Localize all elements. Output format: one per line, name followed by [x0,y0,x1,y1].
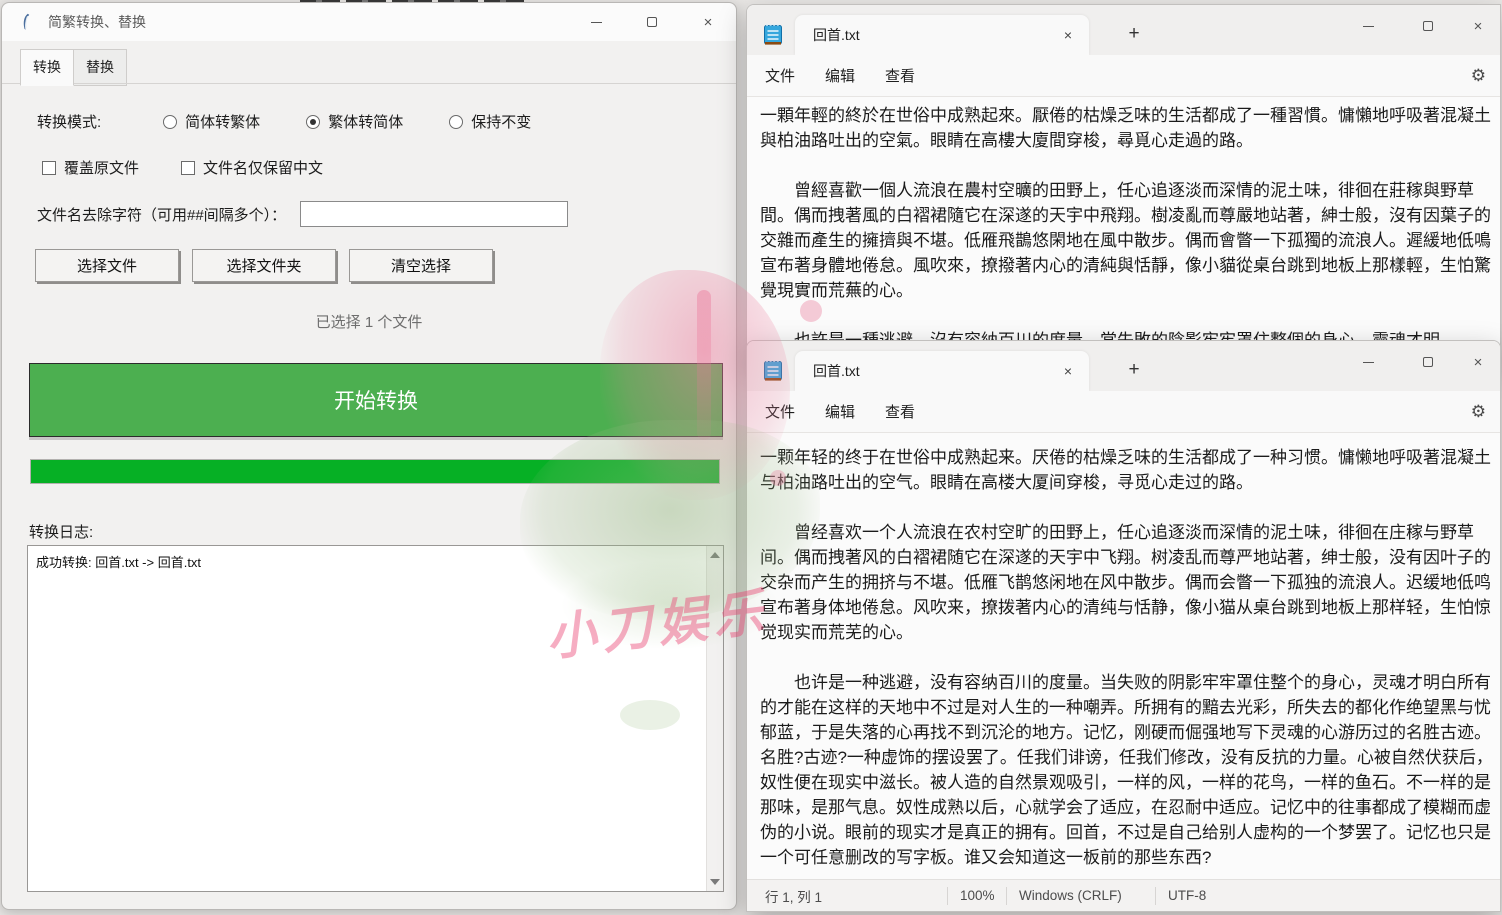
gear-icon[interactable]: ⚙ [1471,391,1486,433]
selected-files-status: 已选择 1 个文件 [2,311,736,332]
menu-view[interactable]: 查看 [873,395,927,428]
tab-title: 回首.txt [813,25,1055,45]
radio-icon [449,115,463,129]
menu-file[interactable]: 文件 [753,59,807,92]
notepad-icon [763,23,783,47]
maximize-icon [647,17,657,27]
strip-chars-input[interactable] [300,201,568,227]
notepad-icon [763,359,783,383]
tab-convert[interactable]: 转换 [20,49,74,86]
radio-keep[interactable]: 保持不变 [449,111,531,132]
minimize-button[interactable] [1345,345,1391,379]
radio-selected-icon [306,115,320,129]
new-tab-button[interactable]: + [1119,355,1149,385]
tab-replace[interactable]: 替换 [73,49,127,86]
window-title: 简繁转换、替换 [48,12,146,32]
tab-title: 回首.txt [813,361,1055,381]
close-icon: × [1474,18,1483,35]
notepad-window-simplified: 回首.txt × + × 文件 编辑 查看 ⚙ 一颗年轻的终于在世俗中成熟起来。… [746,340,1501,912]
checkbox-overwrite-label: 覆盖原文件 [64,157,139,178]
notepad-tab[interactable]: 回首.txt × [795,351,1089,391]
maximize-button[interactable] [1405,9,1451,43]
scroll-down-icon[interactable] [710,879,720,885]
paragraph: 一顆年輕的終於在世俗中成熟起來。厭倦的枯燥乏味的生活都成了一種習慣。慵懶地呼吸著… [760,103,1494,153]
notebook-tabs: 转换 替换 [20,49,126,86]
checkbox-icon [42,161,56,175]
maximize-button[interactable] [624,3,680,41]
minimize-button[interactable] [568,3,624,41]
menu-edit[interactable]: 编辑 [813,395,867,428]
log-line: 成功转换: 回首.txt -> 回首.txt [36,553,699,572]
radio-s2t[interactable]: 简体转繁体 [163,111,260,132]
desktop: 简繁转换、替换 × 转换 替换 转换模式: 简体转繁体 繁体转简体 [0,0,1502,915]
close-button[interactable]: × [1455,9,1501,43]
radio-t2s-label: 繁体转简体 [328,111,403,132]
notepad-tab[interactable]: 回首.txt × [795,15,1089,55]
file-buttons-row: 选择文件 选择文件夹 清空选择 [35,249,506,282]
strip-chars-row: 文件名去除字符（可用##间隔多个）： [37,201,568,227]
paragraph: 一颗年轻的终于在世俗中成熟起来。厌倦的枯燥乏味的生活都成了一种习惯。慵懒地呼吸著… [760,445,1494,495]
minimize-icon [1363,26,1374,27]
notepad-menubar: 文件 编辑 查看 ⚙ [747,391,1500,433]
cursor-position: 行 1, 列 1 [747,886,947,906]
mode-label: 转换模式: [37,111,101,132]
progress-bar-fill [31,460,719,483]
menu-edit[interactable]: 编辑 [813,59,867,92]
maximize-icon [1423,357,1433,367]
minimize-icon [1363,362,1374,363]
converter-titlebar: 简繁转换、替换 × [2,3,736,41]
choose-folder-button[interactable]: 选择文件夹 [192,249,336,282]
new-tab-button[interactable]: + [1119,19,1149,49]
close-icon: × [704,14,713,31]
radio-icon [163,115,177,129]
converter-window: 简繁转换、替换 × 转换 替换 转换模式: 简体转繁体 繁体转简体 [1,2,737,910]
close-icon: × [1474,354,1483,371]
paragraph: 曾經喜歡一個人流浪在農村空曠的田野上，任心追逐淡而深情的泥土味，徘徊在莊稼與野草… [760,178,1494,303]
tab-close-icon[interactable]: × [1055,358,1081,384]
notepad-titlebar: 回首.txt × + × [747,341,1500,391]
checkbox-overwrite[interactable]: 覆盖原文件 [42,157,139,178]
encoding: UTF-8 [1156,888,1500,903]
gear-icon[interactable]: ⚙ [1471,55,1486,97]
notepad-text-area[interactable]: 一顆年輕的終於在世俗中成熟起來。厭倦的枯燥乏味的生活都成了一種習慣。慵懶地呼吸著… [747,97,1500,361]
menu-view[interactable]: 查看 [873,59,927,92]
minimize-button[interactable] [1345,9,1391,43]
clear-selection-button[interactable]: 清空选择 [349,249,493,282]
log-label: 转换日志: [29,521,93,542]
notebook-divider [2,83,736,84]
conversion-log[interactable]: 成功转换: 回首.txt -> 回首.txt [27,545,724,892]
zoom-level: 100% [948,888,1006,903]
checkbox-icon [181,161,195,175]
maximize-icon [1423,21,1433,31]
radio-t2s[interactable]: 繁体转简体 [306,111,403,132]
close-button[interactable]: × [680,3,736,41]
notepad-menubar: 文件 编辑 查看 ⚙ [747,55,1500,97]
choose-file-button[interactable]: 选择文件 [35,249,179,282]
log-scrollbar[interactable] [706,546,723,891]
scroll-up-icon[interactable] [710,552,720,558]
checkbox-chinese-only[interactable]: 文件名仅保留中文 [181,157,323,178]
progress-bar [30,459,720,484]
start-convert-button[interactable]: 开始转换 [29,363,723,437]
paragraph: 曾经喜欢一个人流浪在农村空旷的田野上，任心追逐淡而深情的泥土味，徘徊在庄稼与野草… [760,520,1494,645]
checkbox-chinese-only-label: 文件名仅保留中文 [203,157,323,178]
tab-close-icon[interactable]: × [1055,22,1081,48]
options-row: 覆盖原文件 文件名仅保留中文 [42,157,365,178]
minimize-icon [591,22,602,23]
paragraph: 也许是一种逃避，没有容纳百川的度量。当失败的阴影牢牢罩住整个的身心，灵魂才明白所… [760,670,1494,870]
notepad-window-traditional: 回首.txt × + × 文件 编辑 查看 ⚙ 一顆年輕的終於在世俗中成熟起來。… [746,4,1501,362]
close-button[interactable]: × [1455,345,1501,379]
python-feather-icon [18,13,36,31]
maximize-button[interactable] [1405,345,1451,379]
line-ending: Windows (CRLF) [1007,888,1155,903]
notepad-text-area[interactable]: 一颗年轻的终于在世俗中成熟起来。厌倦的枯燥乏味的生活都成了一种习惯。慵懒地呼吸著… [747,433,1500,879]
menu-file[interactable]: 文件 [753,395,807,428]
strip-chars-label: 文件名去除字符（可用##间隔多个）： [37,204,286,225]
radio-s2t-label: 简体转繁体 [185,111,260,132]
notepad-statusbar: 行 1, 列 1 100% Windows (CRLF) UTF-8 [747,879,1500,911]
conversion-mode-row: 转换模式: 简体转繁体 繁体转简体 保持不变 [37,111,531,132]
radio-keep-label: 保持不变 [471,111,531,132]
notepad-titlebar: 回首.txt × + × [747,5,1500,55]
